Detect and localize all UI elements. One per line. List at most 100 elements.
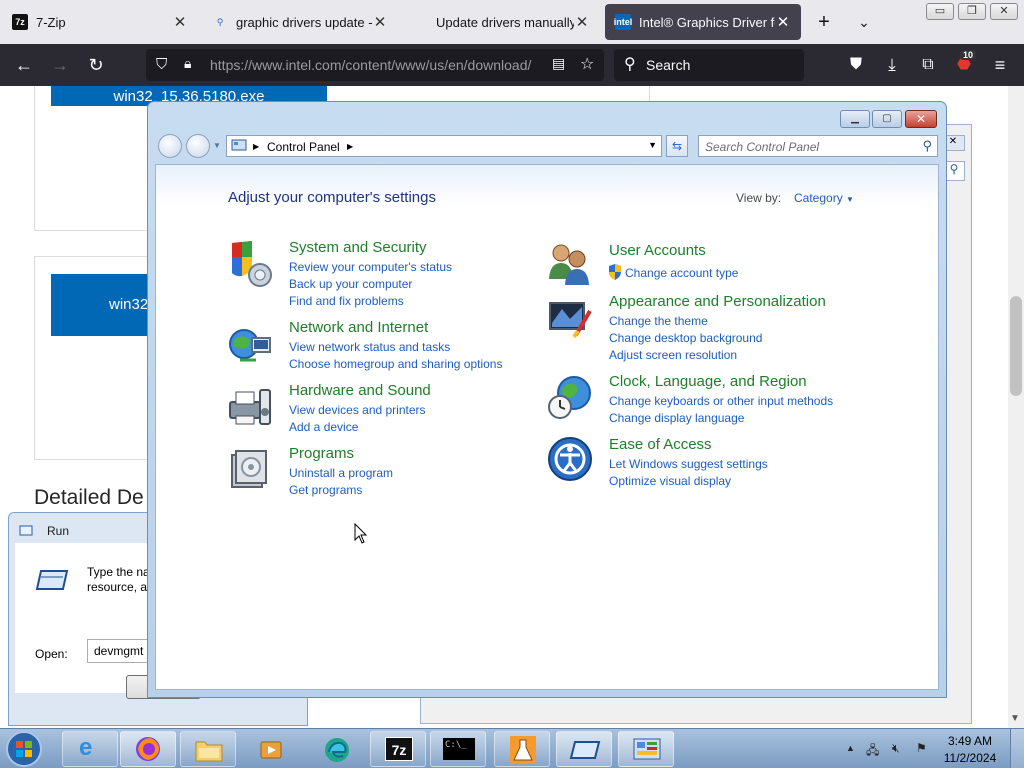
maximize-button[interactable]: ▢ bbox=[872, 110, 902, 128]
network-icon[interactable] bbox=[226, 320, 274, 368]
minimize-button[interactable]: ▁ bbox=[840, 110, 870, 128]
close-icon[interactable]: ✕ bbox=[574, 13, 590, 31]
category-user-accounts[interactable]: User Accounts bbox=[609, 242, 706, 259]
recent-pages-icon[interactable]: ▼ bbox=[213, 141, 221, 150]
url-bar[interactable]: ⛉ 🔒︎ https://www.intel.com/content/www/u… bbox=[146, 49, 604, 81]
refresh-button[interactable]: ⇆ bbox=[666, 135, 688, 157]
volume-muted-icon[interactable]: 🔇︎ bbox=[892, 741, 900, 756]
tab-search[interactable]: ⚲ graphic drivers update - Se ✕ bbox=[202, 4, 398, 40]
link-display-language[interactable]: Change display language bbox=[609, 411, 744, 425]
breadcrumb[interactable]: ▶ Control Panel ▶ ▼ bbox=[226, 135, 662, 157]
link-find-fix-problems[interactable]: Find and fix problems bbox=[289, 294, 404, 308]
link-change-account-type[interactable]: Change account type bbox=[625, 266, 738, 280]
taskbar-firefox[interactable] bbox=[120, 731, 176, 767]
appearance-icon[interactable] bbox=[546, 295, 594, 343]
link-add-device[interactable]: Add a device bbox=[289, 420, 358, 434]
forward-button[interactable]: → bbox=[48, 53, 72, 77]
system-security-icon[interactable] bbox=[226, 239, 274, 287]
new-tab-button[interactable]: + bbox=[811, 10, 837, 34]
lock-icon[interactable]: 🔒︎ bbox=[184, 55, 191, 72]
reload-button[interactable]: ↻ bbox=[84, 53, 108, 77]
link-optimize-display[interactable]: Optimize visual display bbox=[609, 474, 731, 488]
restore-button[interactable]: ❐ bbox=[958, 3, 986, 20]
view-by-value[interactable]: Category bbox=[794, 191, 843, 205]
reader-view-icon[interactable]: ▤ bbox=[552, 55, 565, 72]
taskbar-control-panel[interactable] bbox=[618, 731, 674, 767]
link-get-programs[interactable]: Get programs bbox=[289, 483, 362, 497]
network-tray-icon[interactable]: 🖧︎ bbox=[866, 741, 879, 762]
taskbar-edge[interactable] bbox=[308, 731, 364, 767]
taskbar-file-explorer[interactable] bbox=[180, 731, 236, 767]
minimize-button[interactable]: ▭ bbox=[926, 3, 954, 20]
back-button[interactable]: ← bbox=[12, 53, 36, 77]
chevron-down-icon[interactable]: ▼ bbox=[648, 140, 657, 150]
category-ease-of-access[interactable]: Ease of Access bbox=[609, 436, 712, 453]
link-homegroup[interactable]: Choose homegroup and sharing options bbox=[289, 357, 502, 371]
bookmark-star-icon[interactable]: ☆ bbox=[580, 54, 594, 74]
search-input[interactable]: Search Control Panel ⚲ bbox=[698, 135, 938, 157]
breadcrumb-item[interactable]: Control Panel bbox=[267, 140, 340, 154]
link-keyboards-input[interactable]: Change keyboards or other input methods bbox=[609, 394, 833, 408]
close-icon[interactable]: ✕ bbox=[372, 13, 388, 31]
taskbar: e 7z C:\_ ▲ 🖧︎ 🔇︎ ⚑ 3:49 AM 11/2/2024 bbox=[0, 728, 1024, 768]
tray-expand-icon[interactable]: ▲ bbox=[846, 743, 855, 753]
chevron-right-icon[interactable]: ▶ bbox=[347, 142, 353, 151]
link-uninstall-program[interactable]: Uninstall a program bbox=[289, 466, 393, 480]
chevron-right-icon[interactable]: ▶ bbox=[253, 142, 259, 151]
scrollbar-thumb[interactable] bbox=[1010, 296, 1022, 396]
tab-microsoft[interactable]: Update drivers manually in ✕ bbox=[402, 4, 600, 40]
tab-list-button[interactable]: ⌄ bbox=[851, 10, 877, 34]
category-hardware-sound[interactable]: Hardware and Sound bbox=[289, 382, 431, 399]
show-desktop-button[interactable] bbox=[1010, 729, 1024, 768]
category-system-security[interactable]: System and Security bbox=[289, 239, 427, 256]
taskbar-media-player[interactable] bbox=[240, 731, 296, 767]
tab-label: Update drivers manually in bbox=[436, 14, 574, 30]
taskbar-internet-explorer[interactable]: e bbox=[62, 731, 118, 767]
search-icon[interactable]: ⚲ bbox=[922, 138, 932, 154]
link-suggest-settings[interactable]: Let Windows suggest settings bbox=[609, 457, 768, 471]
menu-icon[interactable]: ≡ bbox=[988, 53, 1012, 77]
downloads-icon[interactable]: ⤓ bbox=[880, 53, 904, 77]
programs-icon[interactable] bbox=[226, 445, 274, 493]
search-box[interactable]: ⚲ Search bbox=[614, 49, 804, 81]
close-button[interactable]: ✕ bbox=[905, 110, 937, 128]
category-network-internet[interactable]: Network and Internet bbox=[289, 319, 428, 336]
taskbar-run-dialog[interactable] bbox=[556, 731, 612, 767]
forward-button[interactable] bbox=[186, 134, 210, 158]
link-devices-printers[interactable]: View devices and printers bbox=[289, 403, 426, 417]
pocket-icon[interactable]: ⛊ bbox=[844, 53, 868, 77]
scroll-down-icon[interactable]: ▼ bbox=[1010, 713, 1020, 724]
clock-region-icon[interactable] bbox=[546, 373, 594, 421]
link-change-theme[interactable]: Change the theme bbox=[609, 314, 708, 328]
tab-7zip[interactable]: 7z 7-Zip ✕ bbox=[2, 4, 198, 40]
link-review-status[interactable]: Review your computer's status bbox=[289, 260, 452, 274]
taskbar-command-prompt[interactable]: C:\_ bbox=[430, 731, 486, 767]
close-icon[interactable]: ✕ bbox=[775, 13, 791, 31]
link-backup[interactable]: Back up your computer bbox=[289, 277, 412, 291]
chevron-down-icon[interactable]: ▼ bbox=[846, 195, 854, 204]
url-text[interactable]: https://www.intel.com/content/www/us/en/… bbox=[210, 57, 540, 73]
category-clock-region[interactable]: Clock, Language, and Region bbox=[609, 373, 807, 390]
view-by-label: View by: bbox=[736, 191, 782, 205]
user-accounts-icon[interactable] bbox=[546, 239, 594, 287]
start-button[interactable] bbox=[2, 730, 46, 768]
ease-of-access-icon[interactable] bbox=[546, 435, 594, 483]
system-clock[interactable]: 3:49 AM 11/2/2024 bbox=[940, 733, 1000, 767]
close-icon[interactable]: ✕ bbox=[172, 13, 188, 31]
page-scrollbar[interactable] bbox=[1008, 86, 1024, 728]
taskbar-7zip[interactable]: 7z bbox=[370, 731, 426, 767]
tab-intel[interactable]: intel Intel® Graphics Driver for ✕ bbox=[605, 4, 801, 40]
action-center-flag-icon[interactable]: ⚑ bbox=[916, 741, 927, 755]
link-desktop-background[interactable]: Change desktop background bbox=[609, 331, 762, 345]
extensions-icon[interactable]: ⧉ bbox=[916, 53, 940, 77]
category-programs[interactable]: Programs bbox=[289, 445, 354, 462]
taskbar-lab-app[interactable] bbox=[494, 731, 550, 767]
category-appearance[interactable]: Appearance and Personalization bbox=[609, 293, 826, 310]
close-button[interactable]: ✕ bbox=[990, 3, 1018, 20]
hardware-sound-icon[interactable] bbox=[226, 382, 274, 430]
link-network-status[interactable]: View network status and tasks bbox=[289, 340, 450, 354]
view-by-dropdown[interactable]: Category ▼ bbox=[794, 191, 854, 205]
back-button[interactable] bbox=[158, 134, 182, 158]
link-screen-resolution[interactable]: Adjust screen resolution bbox=[609, 348, 737, 362]
shield-icon[interactable]: ⛉ bbox=[156, 56, 167, 73]
